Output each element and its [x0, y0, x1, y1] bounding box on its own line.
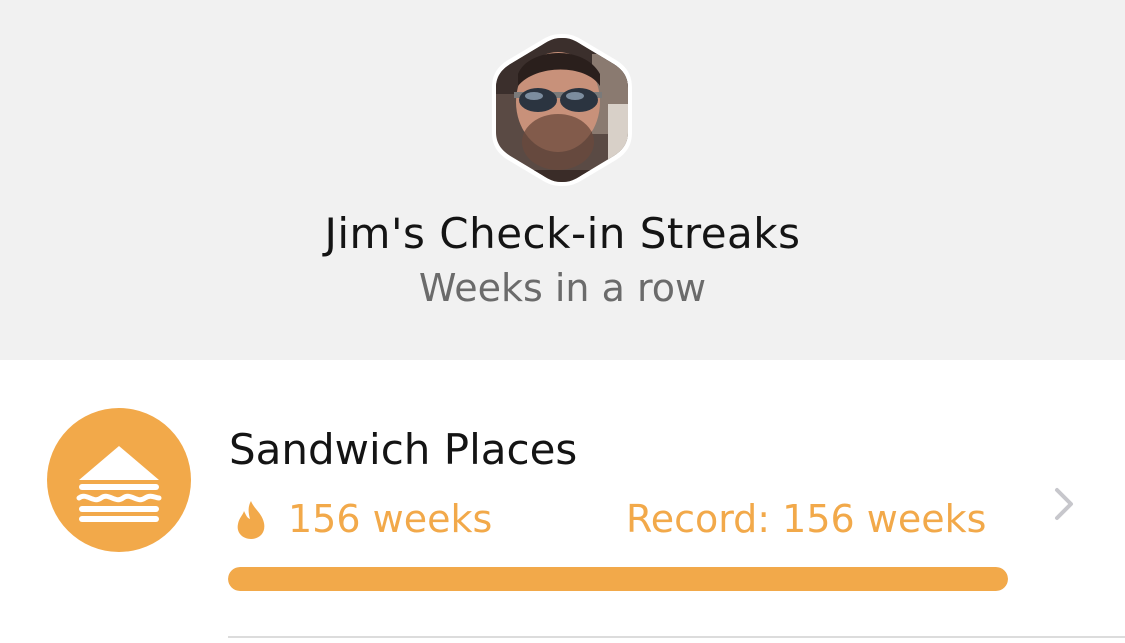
page-title: Jim's Check-in Streaks [324, 209, 801, 258]
current-streak: 156 weeks [232, 494, 492, 544]
streak-progress-fill [228, 567, 1008, 591]
streak-progress-bar [228, 567, 1008, 591]
record-streak: Record: 156 weeks [626, 497, 987, 541]
category-name: Sandwich Places [229, 425, 578, 474]
streaks-header: Jim's Check-in Streaks Weeks in a row [0, 0, 1125, 360]
avatar-image [492, 34, 632, 186]
sandwich-icon [47, 408, 191, 552]
page-subtitle: Weeks in a row [418, 266, 707, 310]
chevron-right-icon[interactable] [1052, 484, 1078, 524]
flame-icon [237, 501, 265, 539]
user-avatar[interactable] [488, 34, 636, 186]
streak-row-sandwich-places[interactable]: Sandwich Places 156 weeks Record: 156 we… [0, 360, 1125, 643]
current-streak-label: 156 weeks [288, 497, 493, 541]
row-divider [228, 636, 1125, 638]
